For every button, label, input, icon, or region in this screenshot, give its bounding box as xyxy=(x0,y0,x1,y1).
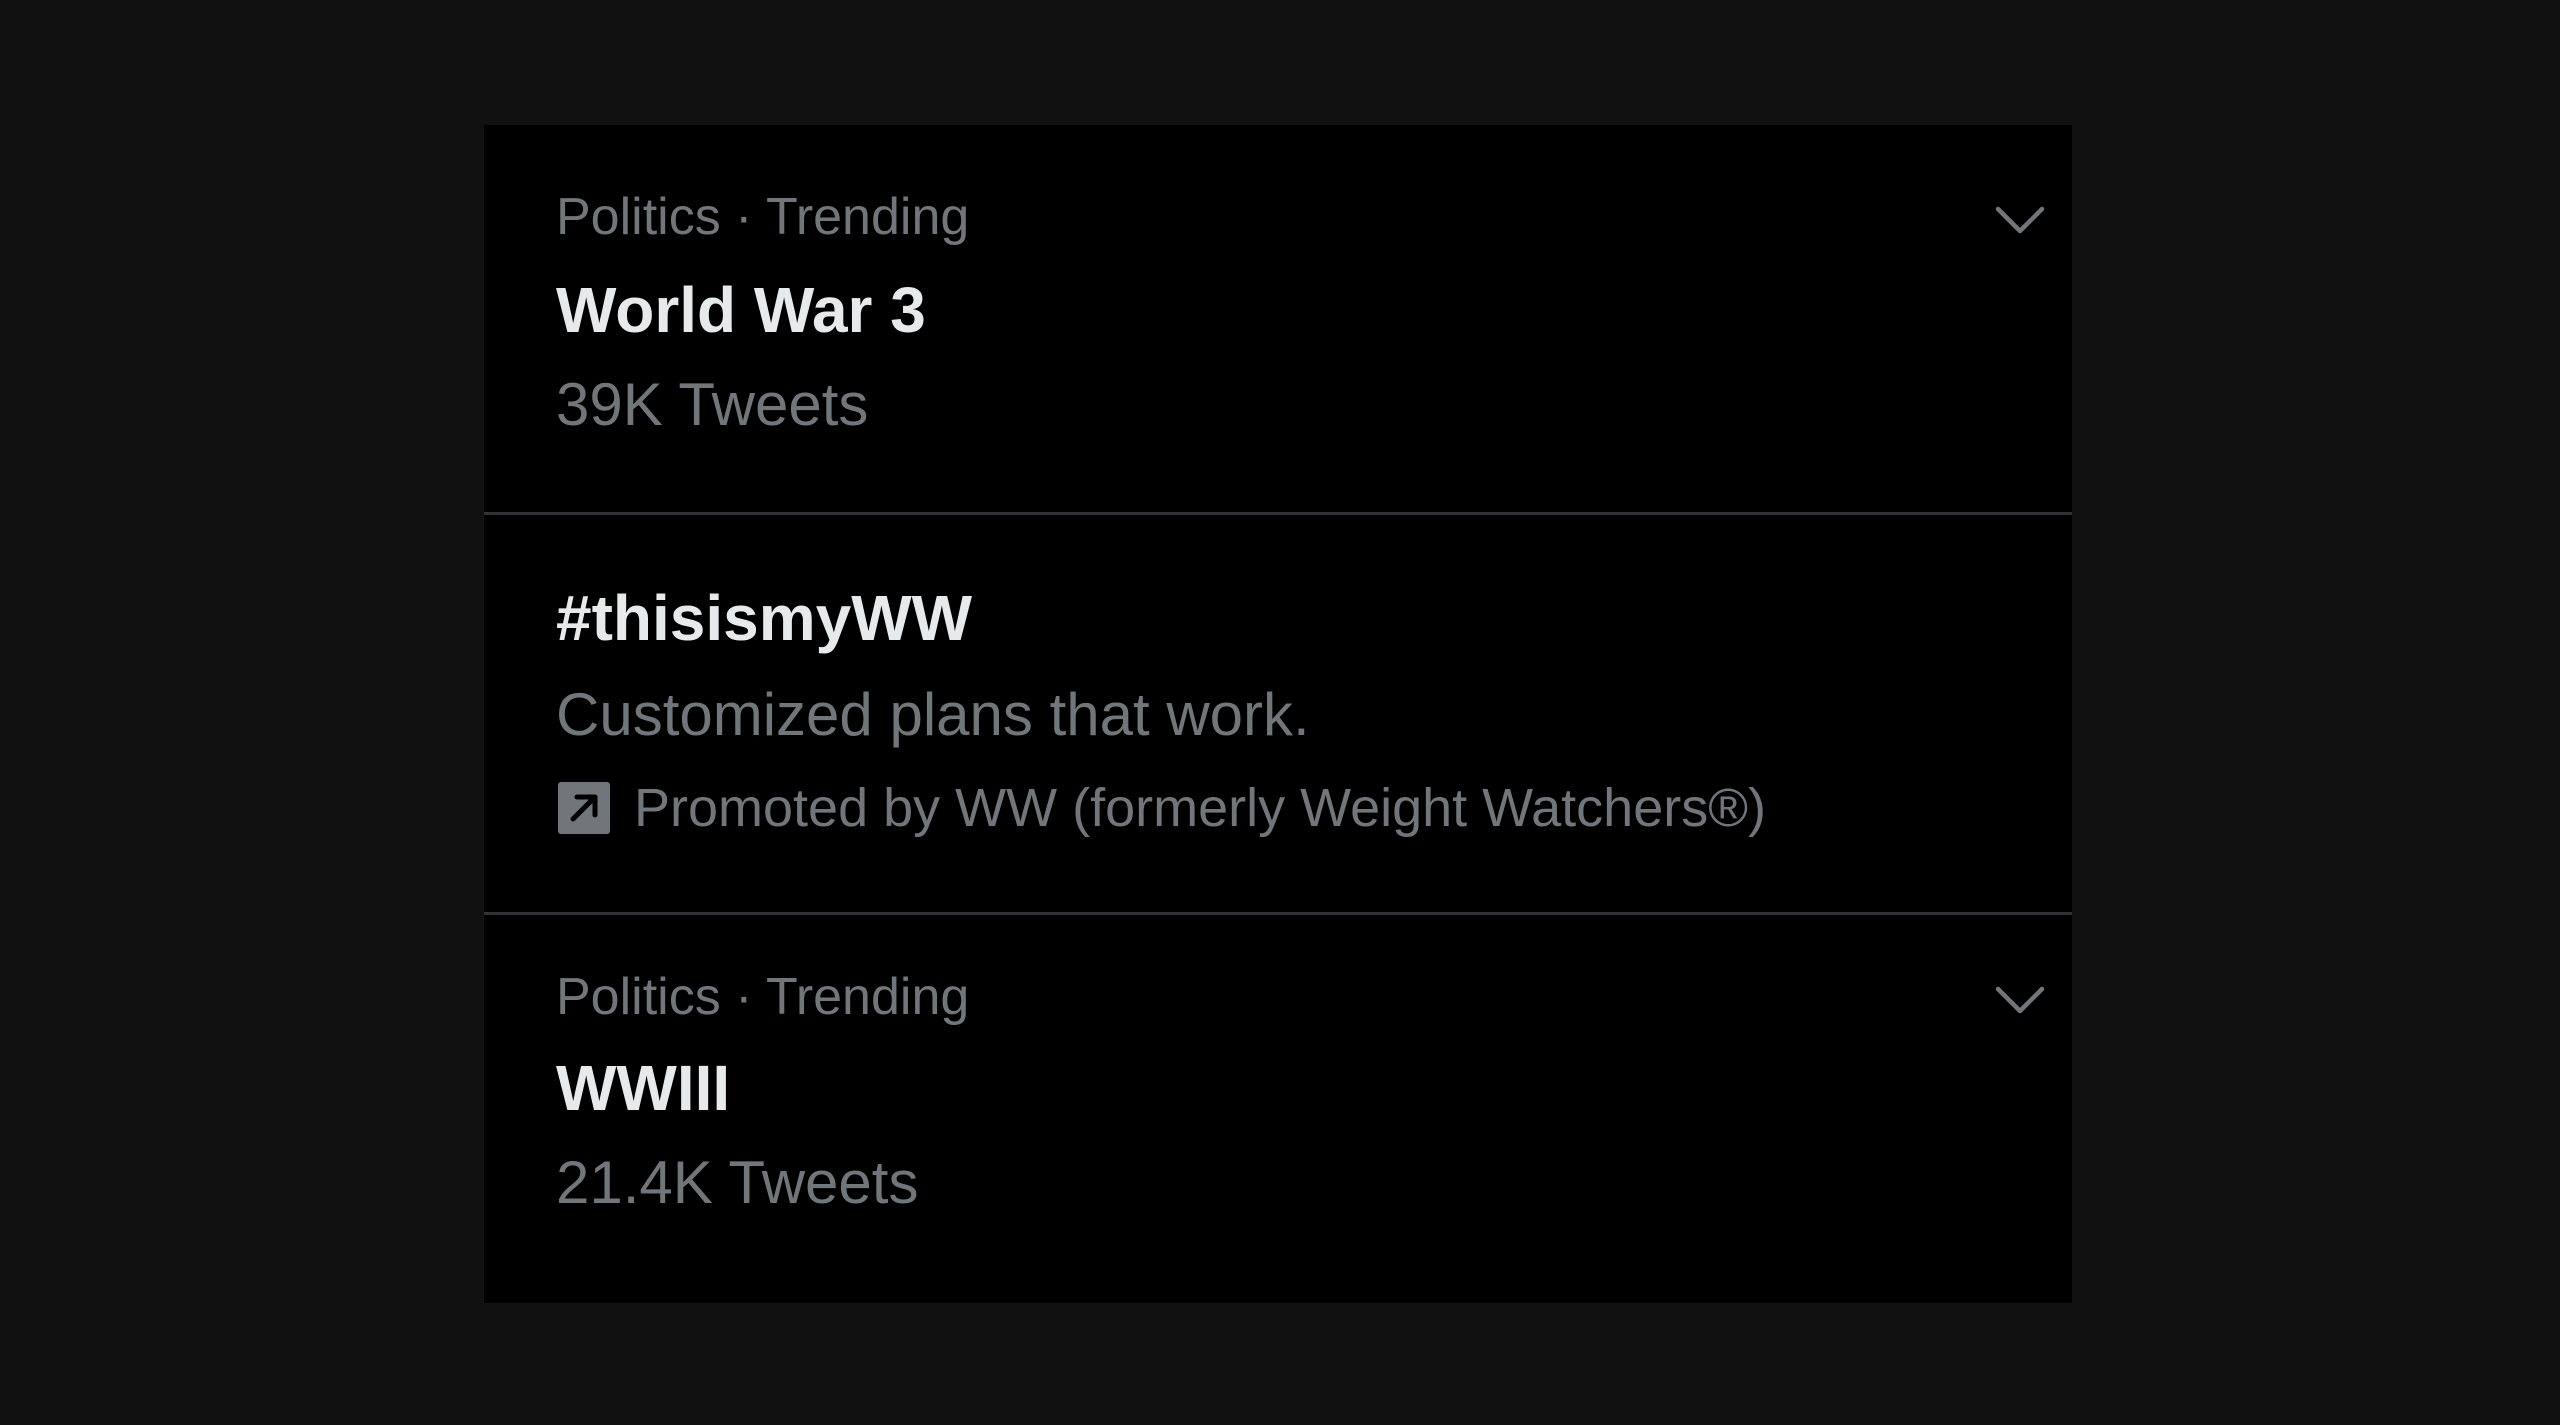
promoted-by-line: Promoted by WW (formerly Weight Watchers… xyxy=(556,777,1766,839)
trend-item-wwiii[interactable]: Politics · Trending WWIII 21.4K Tweets xyxy=(484,915,2072,1297)
trend-item-world-war-3[interactable]: Politics · Trending World War 3 39K Twee… xyxy=(484,125,2072,515)
trend-meta: Politics · Trending xyxy=(556,188,970,246)
promoted-description: Customized plans that work. xyxy=(556,681,1310,748)
chevron-down-icon[interactable] xyxy=(1992,973,2048,1029)
promoted-by-text: Promoted by WW (formerly Weight Watchers… xyxy=(634,778,1766,838)
trend-tweet-count: 39K Tweets xyxy=(556,371,869,438)
trend-title: World War 3 xyxy=(556,274,926,346)
promoted-arrow-icon xyxy=(558,782,610,834)
trend-title: WWIII xyxy=(556,1052,731,1124)
promoted-hashtag: #thisismyWW xyxy=(556,582,973,654)
trend-meta: Politics · Trending xyxy=(556,968,970,1026)
trends-panel: Politics · Trending World War 3 39K Twee… xyxy=(484,125,2072,1303)
trend-item-promoted[interactable]: #thisismyWW Customized plans that work. … xyxy=(484,515,2072,915)
trend-tweet-count: 21.4K Tweets xyxy=(556,1149,919,1216)
chevron-down-icon[interactable] xyxy=(1992,193,2048,249)
